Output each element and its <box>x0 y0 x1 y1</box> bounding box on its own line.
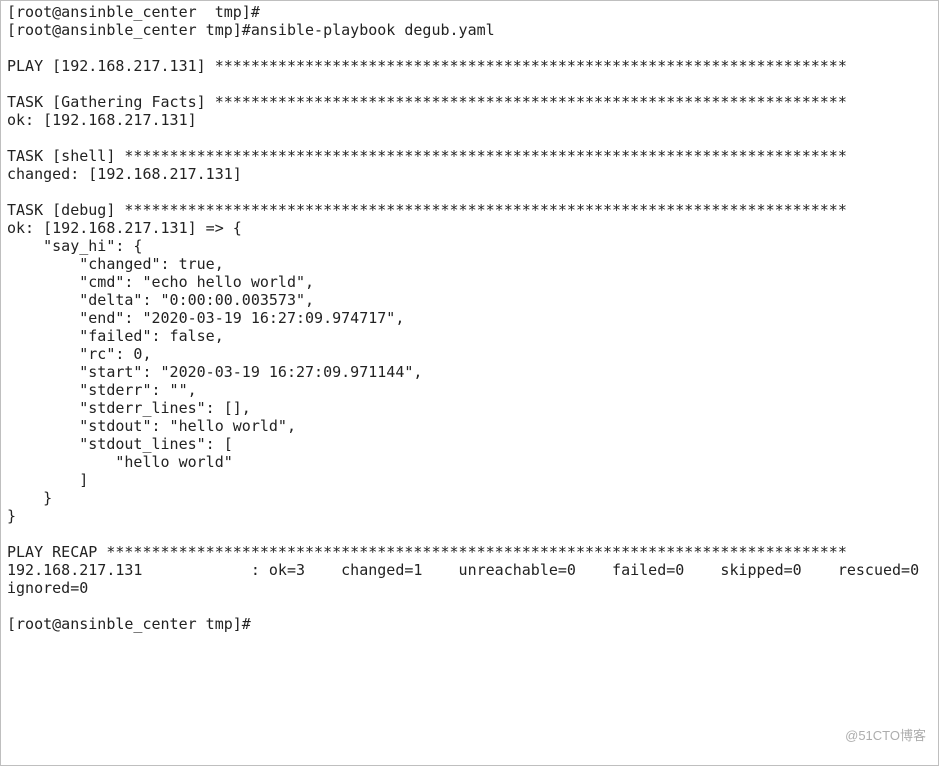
prompt-idle: [root@ansinble_center tmp]# <box>7 615 251 633</box>
recap-row: 192.168.217.131 : ok=3 changed=1 unreach… <box>7 561 938 597</box>
terminal-output[interactable]: [root@ansinble_center tmp]# [root@ansinb… <box>1 1 938 639</box>
play-header: PLAY [192.168.217.131] *****************… <box>7 57 847 75</box>
debug-l13: "stdout_lines": [ <box>7 435 233 453</box>
prompt-prev-trail: [root@ansinble_center tmp]# <box>7 3 260 21</box>
debug-l3: "changed": true, <box>7 255 224 273</box>
debug-l7: "failed": false, <box>7 327 224 345</box>
task-shell-header: TASK [shell] ***************************… <box>7 147 847 165</box>
debug-l15: ] <box>7 471 88 489</box>
debug-l4: "cmd": "echo hello world", <box>7 273 314 291</box>
debug-l12: "stdout": "hello world", <box>7 417 296 435</box>
debug-l8: "rc": 0, <box>7 345 152 363</box>
task-shell-status: changed: [192.168.217.131] <box>7 165 242 183</box>
debug-l5: "delta": "0:00:00.003573", <box>7 291 314 309</box>
debug-l1: ok: [192.168.217.131] => { <box>7 219 242 237</box>
debug-l14: "hello world" <box>7 453 233 471</box>
debug-l10: "stderr": "", <box>7 381 197 399</box>
task-debug-header: TASK [debug] ***************************… <box>7 201 847 219</box>
debug-l2: "say_hi": { <box>7 237 142 255</box>
watermark: @51CTO博客 <box>845 727 926 745</box>
recap-header: PLAY RECAP *****************************… <box>7 543 847 561</box>
debug-l6: "end": "2020-03-19 16:27:09.974717", <box>7 309 404 327</box>
debug-l16: } <box>7 489 52 507</box>
debug-l9: "start": "2020-03-19 16:27:09.971144", <box>7 363 422 381</box>
debug-l11: "stderr_lines": [], <box>7 399 251 417</box>
task-gather-header: TASK [Gathering Facts] *****************… <box>7 93 847 111</box>
prompt-call: [root@ansinble_center tmp]#ansible-playb… <box>7 21 495 39</box>
debug-l17: } <box>7 507 16 525</box>
task-gather-status: ok: [192.168.217.131] <box>7 111 197 129</box>
